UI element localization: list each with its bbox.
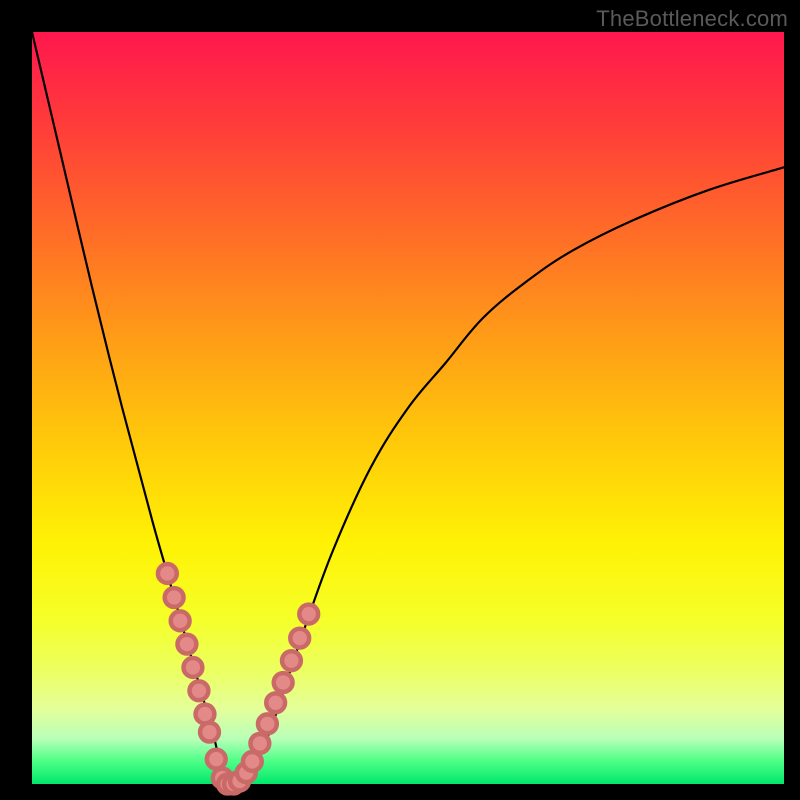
watermark-text: TheBottleneck.com — [596, 6, 788, 32]
highlight-dot — [158, 564, 177, 583]
plot-area — [32, 32, 784, 784]
bottleneck-curve-path — [32, 32, 784, 785]
highlight-dot — [178, 635, 197, 654]
highlight-dot — [190, 681, 209, 700]
highlight-dot — [200, 723, 219, 742]
highlight-dot — [290, 629, 309, 648]
highlight-dot — [165, 588, 184, 607]
highlight-dot — [299, 605, 318, 624]
highlight-dot — [184, 658, 203, 677]
highlight-dot — [250, 734, 269, 753]
highlight-dots-group — [158, 564, 318, 793]
highlight-dot — [266, 693, 285, 712]
highlight-dot — [282, 651, 301, 670]
bottleneck-curve-svg — [32, 32, 784, 784]
highlight-dot — [274, 673, 293, 692]
chart-frame: TheBottleneck.com — [0, 0, 800, 800]
highlight-dot — [207, 750, 226, 769]
highlight-dot — [171, 611, 190, 630]
highlight-dot — [258, 714, 277, 733]
